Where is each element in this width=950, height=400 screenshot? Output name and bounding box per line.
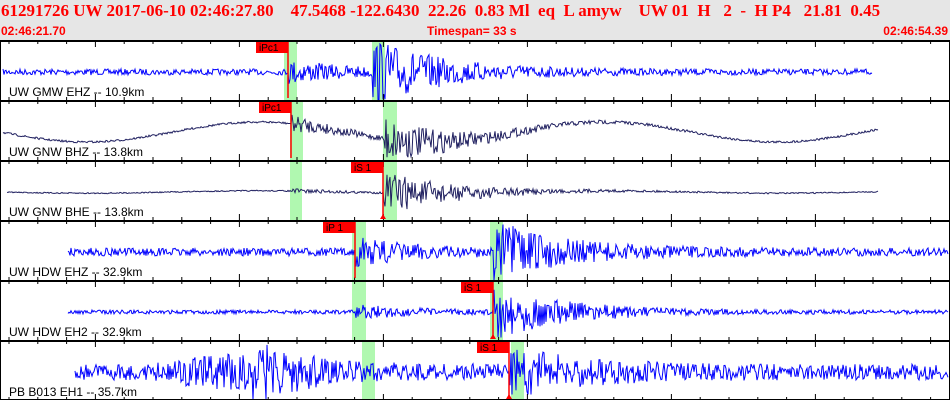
- pick-label: iS 1: [354, 163, 372, 174]
- seismogram-panels[interactable]: iPc1 UW GMW EHZ -- 10.9km iPc1 UW GNW BHZ -…: [0, 40, 950, 400]
- event-summary: 61291726 UW 2017-06-10 02:46:27.80 47.54…: [1, 1, 881, 20]
- channel-label: PB B013 EH1 -- 35.7km: [9, 385, 137, 399]
- end-time: 02:46:54.39: [883, 24, 948, 38]
- channel-label: UW GNW BHZ -- 13.8km: [9, 145, 143, 159]
- pick-label: iP 1: [326, 223, 343, 234]
- waveform-trace: [67, 224, 949, 281]
- channel-panel-4: iS 1 UW HDW EH2 -- 32.9km: [0, 280, 950, 340]
- start-time: 02:46:21.70: [1, 24, 66, 38]
- channel-label: UW HDW EH2 -- 32.9km: [9, 325, 142, 339]
- waveform-canvas[interactable]: iPc1 UW GMW EHZ -- 10.9km iPc1 UW GNW BHZ -…: [0, 40, 950, 400]
- waveform-trace: [6, 174, 879, 210]
- channel-panel-2: iS 1 UW GNW BHE -- 13.8km: [0, 160, 950, 220]
- pick-label: iS 1: [480, 343, 498, 354]
- channel-panel-3: iP 1 UW HDW EHZ -- 32.9km: [0, 220, 950, 281]
- pick-label: iPc1: [262, 103, 282, 114]
- channel-panel: iPc1 UW GMW EHZ -- 10.9km: [0, 40, 950, 101]
- event-header: 61291726 UW 2017-06-10 02:46:27.80 47.54…: [0, 0, 950, 40]
- timespan: Timespan= 33 s: [427, 24, 517, 38]
- pick-label: iS 1: [464, 283, 482, 294]
- waveform-trace: [67, 289, 949, 338]
- channel-panel-5: iS 1 PB B013 EH1 -- 35.7km: [0, 340, 950, 400]
- channel-label: UW HDW EHZ -- 32.9km: [9, 265, 142, 279]
- channel-panel-1: iPc1 UW GNW BHZ -- 13.8km: [0, 100, 950, 160]
- channel-label: UW GNW BHE -- 13.8km: [9, 205, 144, 219]
- pick-label: iPc1: [259, 43, 279, 54]
- channel-label: UW GMW EHZ -- 10.9km: [9, 85, 144, 99]
